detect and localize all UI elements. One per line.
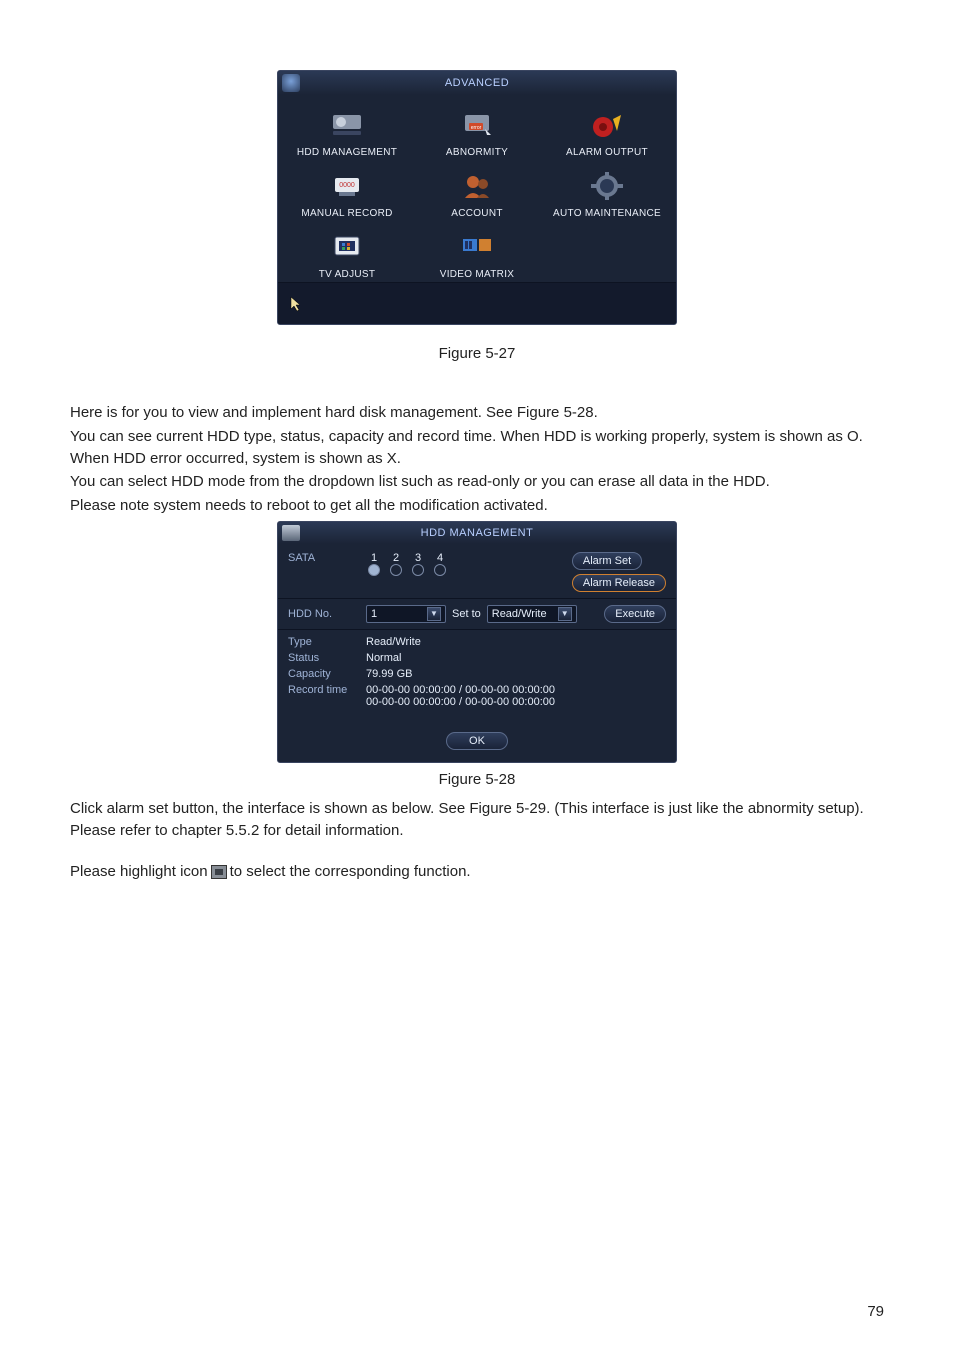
auto-maintenance-item[interactable]: AUTO MAINTENANCE xyxy=(542,166,672,221)
paragraph-6: Please highlight icon to select the corr… xyxy=(70,861,884,883)
account-item[interactable]: ACCOUNT xyxy=(412,166,542,221)
chevron-down-icon: ▼ xyxy=(427,607,441,621)
set-to-dropdown[interactable]: Read/Write ▼ xyxy=(487,605,577,623)
type-value: Read/Write xyxy=(366,636,421,648)
sata-num-3: 3 xyxy=(415,552,421,564)
hdd-body: SATA 1 2 3 4 Alarm Set Alarm Release xyxy=(278,544,676,762)
hdd-title: HDD MANAGEMENT xyxy=(421,527,534,539)
paragraph-4: Please note system needs to reboot to ge… xyxy=(70,495,884,517)
hdd-management-panel: HDD MANAGEMENT SATA 1 2 3 4 Alarm Set xyxy=(277,521,677,763)
status-label: Status xyxy=(288,652,360,664)
hdd-icon xyxy=(325,107,369,143)
abnormity-label: ABNORMITY xyxy=(446,147,508,158)
separator-2 xyxy=(278,629,676,630)
advanced-grid: HDD MANAGEMENT error ABNORMITY ALARM OUT… xyxy=(278,95,676,282)
cursor-icon xyxy=(288,295,306,313)
type-label: Type xyxy=(288,636,360,648)
empty-cell xyxy=(542,227,672,282)
alarm-set-button[interactable]: Alarm Set xyxy=(572,552,642,570)
record-time-line2: 00-00-00 00:00:00 / 00-00-00 00:00:00 xyxy=(366,696,555,708)
sata-status-3 xyxy=(412,564,424,576)
hdd-window-icon xyxy=(282,525,300,541)
paragraph-2: You can see current HDD type, status, ca… xyxy=(70,426,884,470)
sata-col-4: 4 xyxy=(432,552,448,576)
paragraph-6a: Please highlight icon xyxy=(70,861,208,883)
account-icon xyxy=(455,168,499,204)
sata-num-4: 4 xyxy=(437,552,443,564)
paragraph-6b: to select the corresponding function. xyxy=(230,861,471,883)
tv-adjust-label: TV ADJUST xyxy=(319,269,376,280)
hdd-management-item[interactable]: HDD MANAGEMENT xyxy=(282,105,412,160)
body-text-block-1: Here is for you to view and implement ha… xyxy=(70,402,884,517)
chevron-down-icon: ▼ xyxy=(558,607,572,621)
hdd-no-dropdown[interactable]: 1 ▼ xyxy=(366,605,446,623)
svg-text:0000: 0000 xyxy=(339,182,355,189)
video-matrix-item[interactable]: VIDEO MATRIX xyxy=(412,227,542,282)
alarm-output-item[interactable]: ALARM OUTPUT xyxy=(542,105,672,160)
alarm-output-label: ALARM OUTPUT xyxy=(566,147,648,158)
manual-record-icon: 0000 xyxy=(325,168,369,204)
highlight-icon xyxy=(211,865,227,879)
hdd-no-value: 1 xyxy=(371,608,377,620)
paragraph-3: You can select HDD mode from the dropdow… xyxy=(70,471,884,493)
auto-maint-icon xyxy=(585,168,629,204)
video-matrix-label: VIDEO MATRIX xyxy=(440,269,515,280)
window-icon xyxy=(282,74,300,92)
account-label: ACCOUNT xyxy=(451,208,503,219)
sata-num-2: 2 xyxy=(393,552,399,564)
abnormity-item[interactable]: error ABNORMITY xyxy=(412,105,542,160)
advanced-title: ADVANCED xyxy=(445,77,509,89)
record-time-label: Record time xyxy=(288,684,360,696)
capacity-value: 79.99 GB xyxy=(366,668,412,680)
set-to-label: Set to xyxy=(452,608,481,620)
sata-status-2 xyxy=(390,564,402,576)
manual-record-item[interactable]: 0000 MANUAL RECORD xyxy=(282,166,412,221)
sata-col-1: 1 xyxy=(366,552,382,576)
ok-button[interactable]: OK xyxy=(446,732,508,750)
paragraph-1: Here is for you to view and implement ha… xyxy=(70,402,884,424)
hdd-titlebar: HDD MANAGEMENT xyxy=(278,522,676,544)
alarm-release-button[interactable]: Alarm Release xyxy=(572,574,666,592)
alarm-icon xyxy=(585,107,629,143)
tv-adjust-item[interactable]: TV ADJUST xyxy=(282,227,412,282)
sata-status-1 xyxy=(368,564,380,576)
sata-col-2: 2 xyxy=(388,552,404,576)
status-value: Normal xyxy=(366,652,401,664)
sata-col-3: 3 xyxy=(410,552,426,576)
capacity-label: Capacity xyxy=(288,668,360,680)
execute-button[interactable]: Execute xyxy=(604,605,666,623)
abnormity-icon: error xyxy=(455,107,499,143)
svg-text:error: error xyxy=(471,125,482,131)
hdd-management-label: HDD MANAGEMENT xyxy=(297,147,397,158)
auto-maintenance-label: AUTO MAINTENANCE xyxy=(553,208,661,219)
manual-record-label: MANUAL RECORD xyxy=(301,208,392,219)
advanced-panel: ADVANCED HDD MANAGEMENT error ABNORMITY … xyxy=(277,70,677,325)
advanced-footer xyxy=(278,282,676,324)
figure-5-28-caption: Figure 5-28 xyxy=(70,771,884,788)
set-to-value: Read/Write xyxy=(492,608,547,620)
advanced-titlebar: ADVANCED xyxy=(278,71,676,95)
separator-1 xyxy=(278,598,676,599)
hdd-no-label: HDD No. xyxy=(288,608,360,620)
sata-status-4 xyxy=(434,564,446,576)
paragraph-5: Click alarm set button, the interface is… xyxy=(70,798,884,842)
figure-5-27-caption: Figure 5-27 xyxy=(70,345,884,362)
sata-label: SATA xyxy=(288,552,360,564)
tv-adjust-icon xyxy=(325,229,369,265)
record-time-line1: 00-00-00 00:00:00 / 00-00-00 00:00:00 xyxy=(366,684,555,696)
sata-num-1: 1 xyxy=(371,552,377,564)
page-number: 79 xyxy=(867,1303,884,1320)
video-matrix-icon xyxy=(455,229,499,265)
